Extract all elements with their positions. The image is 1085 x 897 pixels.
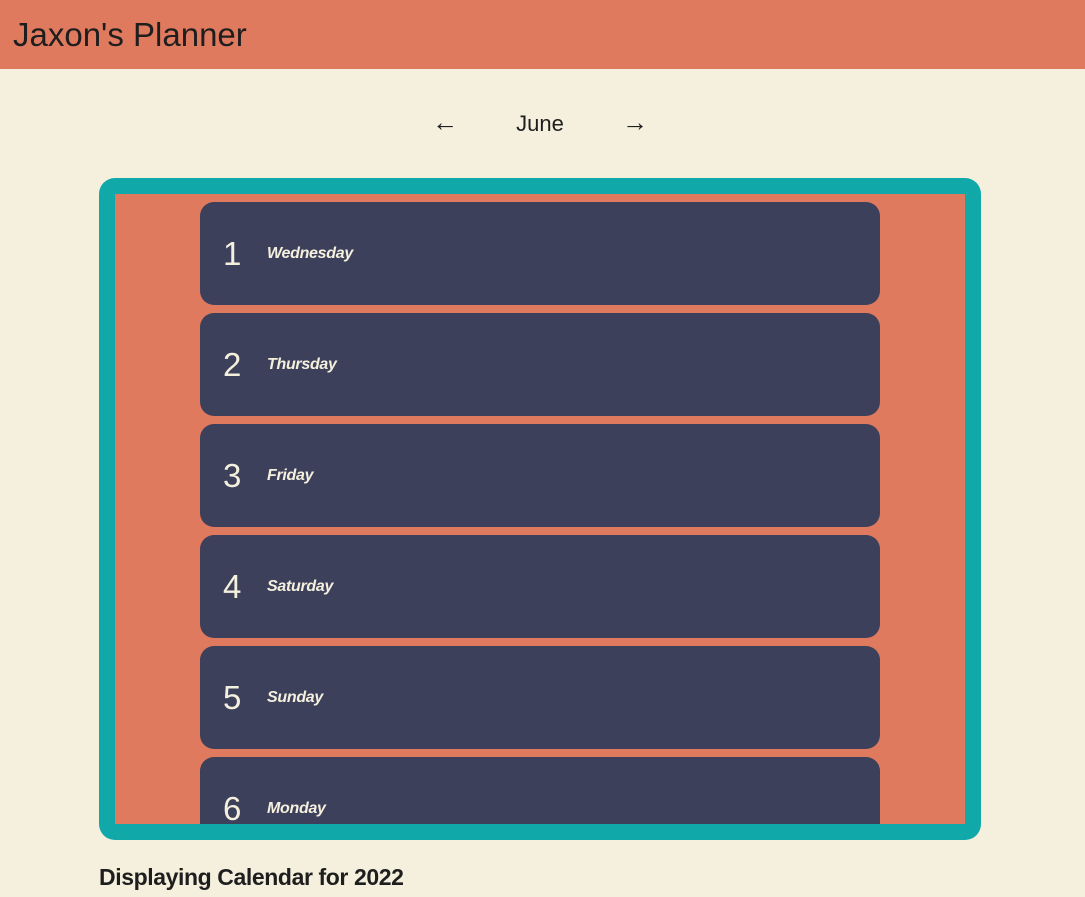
day-name: Sunday [267,688,323,706]
day-name: Saturday [267,577,334,595]
next-month-arrow-icon[interactable]: → [622,107,648,137]
day-card[interactable]: 6 Monday [200,757,880,824]
app-title: Jaxon's Planner [13,15,247,53]
day-name: Friday [267,466,314,484]
day-number: 2 [223,345,242,383]
day-number: 3 [223,456,242,494]
day-list: 1 Wednesday 2 Thursday 3 Friday 4 Saturd… [200,202,880,824]
month-navigation: ← June → [0,105,1085,145]
day-card[interactable]: 2 Thursday [200,313,880,416]
day-number: 1 [223,234,242,272]
day-name: Thursday [267,355,337,373]
current-month-label: June [516,111,564,136]
day-number: 5 [223,678,242,716]
day-name: Monday [267,799,326,817]
day-card[interactable]: 5 Sunday [200,646,880,749]
day-number: 4 [223,567,242,605]
day-card[interactable]: 3 Friday [200,424,880,527]
day-card[interactable]: 4 Saturday [200,535,880,638]
app-header: Jaxon's Planner [0,0,1085,69]
day-number: 6 [223,789,242,825]
day-card[interactable]: 1 Wednesday [200,202,880,305]
day-name: Wednesday [267,244,353,262]
calendar-year-caption: Displaying Calendar for 2022 [99,864,404,890]
calendar-scroll-area[interactable]: 1 Wednesday 2 Thursday 3 Friday 4 Saturd… [115,194,965,824]
calendar-frame: 1 Wednesday 2 Thursday 3 Friday 4 Saturd… [99,178,981,840]
previous-month-arrow-icon[interactable]: ← [432,107,458,137]
